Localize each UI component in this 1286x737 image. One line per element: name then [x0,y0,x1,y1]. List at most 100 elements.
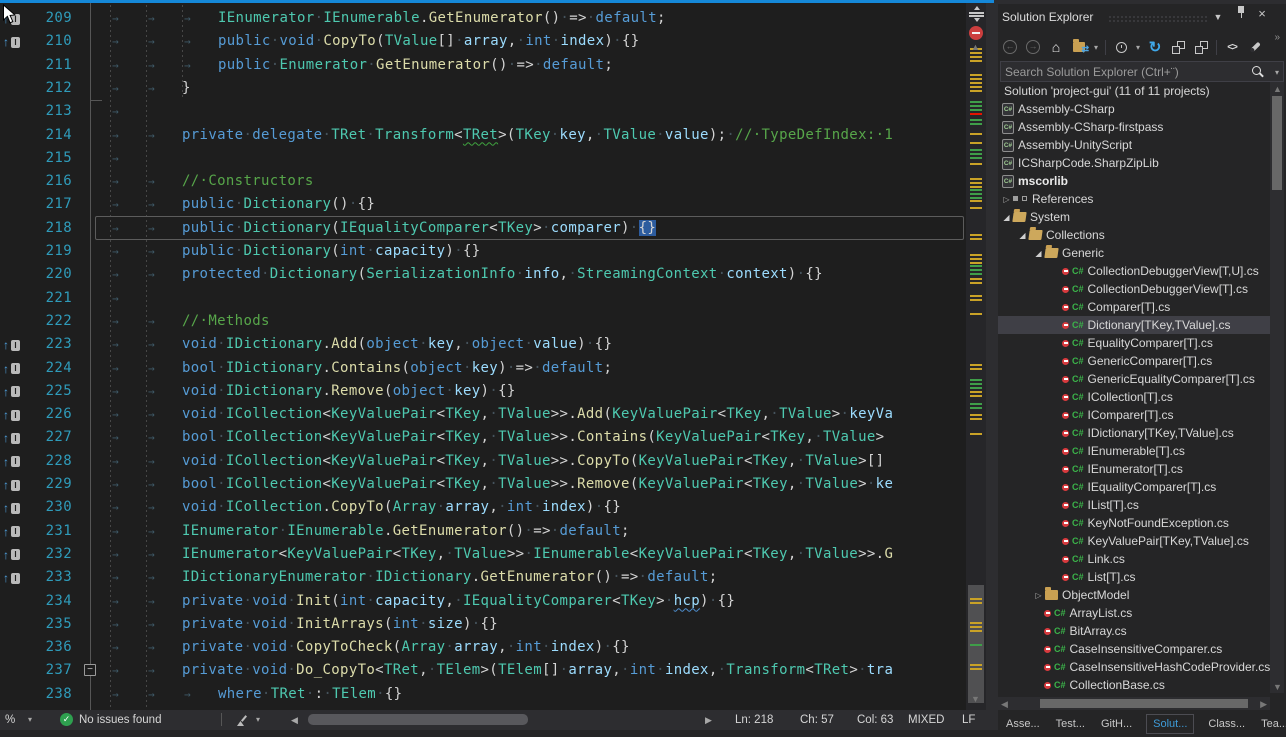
expander-collapsed-icon[interactable]: ▷ [1000,195,1013,204]
panel-tab-class[interactable]: Class... [1206,715,1247,733]
switch-views-dropdown-icon[interactable]: ▾ [1094,43,1098,52]
code-line-224[interactable]: bool·IDictionary.Contains(object·key)·=>… [182,357,612,380]
editor-splitter-icon[interactable] [969,6,984,21]
line-number[interactable]: 222 [20,310,72,333]
zoom-control[interactable]: % [5,710,15,730]
implements-interface-icon[interactable]: ↑I [3,477,20,493]
code-line-223[interactable]: void·IDictionary.Add(object·key,·object·… [182,333,612,356]
tree-row[interactable]: C#ICollection[T].cs [998,388,1270,406]
tree-row[interactable]: C#Link.cs [998,550,1270,568]
tree-row[interactable]: C#GenericEqualityComparer[T].cs [998,370,1270,388]
line-number[interactable]: 235 [20,613,72,636]
search-dropdown-icon[interactable]: ▾ [1275,68,1279,77]
code-editor[interactable]: − 209↑I→→→IEnumerator·IEnumerable.GetEnu… [0,0,986,710]
line-number[interactable]: 219 [20,240,72,263]
code-line-228[interactable]: void·ICollection<KeyValuePair<TKey,·TVal… [182,450,884,473]
tree-row[interactable]: C#CaseInsensitiveComparer.cs [998,640,1270,658]
tree-row[interactable]: C#Comparer[T].cs [998,298,1270,316]
back-button[interactable]: ← [1002,38,1018,56]
pin-icon[interactable] [1236,6,1246,19]
line-number[interactable]: 212 [20,77,72,100]
panel-tab-tea[interactable]: Tea... [1259,715,1286,733]
tree-row[interactable]: C#IEqualityComparer[T].cs [998,478,1270,496]
tree-row[interactable]: C#BitArray.cs [998,622,1270,640]
line-number[interactable]: 237 [20,659,72,682]
line-number[interactable]: 234 [20,590,72,613]
expander-collapsed-icon[interactable]: ▷ [1032,591,1045,600]
tree-row[interactable]: Solution 'project-gui' (11 of 11 project… [998,82,1270,100]
implements-interface-icon[interactable]: ↑I [3,337,20,353]
scroll-up-icon[interactable]: ▲ [971,42,980,52]
editor-vertical-scrollbar[interactable]: ▲ ▼ [966,3,986,710]
code-line-229[interactable]: bool·ICollection<KeyValuePair<TKey,·TVal… [182,473,893,496]
code-cleanup-icon[interactable] [237,715,249,727]
implements-interface-icon[interactable]: ↑I [3,547,20,563]
tree-row[interactable]: C#Assembly-UnityScript [998,136,1270,154]
code-line-236[interactable]: private·void·CopyToCheck(Array·array,·in… [182,636,630,659]
code-line-234[interactable]: private·void·Init(int·capacity,·IEqualit… [182,590,735,613]
implements-interface-icon[interactable]: ↑I [3,361,20,377]
line-number[interactable]: 230 [20,496,72,519]
tree-vertical-scrollbar[interactable]: ▲ ▼ [1270,82,1284,693]
switch-views-icon[interactable]: ⇄ [1071,38,1087,56]
line-number[interactable]: 214 [20,124,72,147]
preview-selected-icon[interactable] [1193,38,1209,56]
hscroll-thumb[interactable] [308,714,528,725]
scroll-down-icon[interactable]: ▼ [1273,682,1282,692]
line-number[interactable]: 231 [20,520,72,543]
tree-row[interactable]: C#CollectionDebuggerView[T,U].cs [998,262,1270,280]
tree-row[interactable]: C#KeyNotFoundException.cs [998,514,1270,532]
code-line-210[interactable]: public·void·CopyTo(TValue[]·array,·int·i… [218,30,640,53]
code-line-218[interactable]: public·Dictionary(IEqualityComparer<TKey… [182,217,656,240]
code-line-226[interactable]: void·ICollection<KeyValuePair<TKey,·TVal… [182,403,893,426]
home-icon[interactable]: ⌂ [1048,38,1064,56]
code-surface[interactable]: − 209↑I→→→IEnumerator·IEnumerable.GetEnu… [0,0,966,710]
scroll-right-icon[interactable]: ▶ [1260,699,1267,710]
code-line-209[interactable]: IEnumerator·IEnumerable.GetEnumerator()·… [218,7,666,30]
implements-interface-icon[interactable]: ↑I [3,430,20,446]
panel-menu-dropdown-icon[interactable]: ▼ [1210,9,1226,25]
implements-interface-icon[interactable]: ↑I [3,454,20,470]
code-line-217[interactable]: public·Dictionary()·{} [182,193,375,216]
tree-row[interactable]: ◢Generic [998,244,1270,262]
tree-row[interactable]: C#CaseInsensitiveHashCodeProvider.cs [998,658,1270,676]
code-line-225[interactable]: void·IDictionary.Remove(object·key)·{} [182,380,516,403]
line-number[interactable]: 238 [20,683,72,706]
tree-row[interactable]: C#mscorlib [998,172,1270,190]
line-number[interactable]: 229 [20,473,72,496]
issues-status[interactable]: No issues found [79,710,161,730]
line-number[interactable]: 228 [20,450,72,473]
filter-dropdown-icon[interactable]: ▾ [1136,43,1140,52]
close-icon[interactable]: × [1254,6,1270,22]
line-number[interactable]: 211 [20,54,72,77]
code-line-222[interactable]: //·Methods [182,310,270,333]
scroll-left-icon[interactable]: ◀ [1001,699,1008,710]
code-line-219[interactable]: public·Dictionary(int·capacity)·{} [182,240,481,263]
code-line-232[interactable]: IEnumerator<KeyValuePair<TKey,·TValue>>·… [182,543,893,566]
tree-row[interactable]: C#List[T].cs [998,568,1270,586]
tree-row[interactable]: C#IDictionary[TKey,TValue].cs [998,424,1270,442]
line-number[interactable]: 220 [20,263,72,286]
hscroll-left-icon[interactable]: ◀ [291,710,298,730]
line-number[interactable]: 215 [20,147,72,170]
toolbar-overflow-icon[interactable]: » [1274,32,1280,43]
tree-row[interactable]: C#ICSharpCode.SharpZipLib [998,154,1270,172]
coll apse-all-icon[interactable] [1170,38,1186,56]
tree-row[interactable]: C#KeyValuePair[TKey,TValue].cs [998,532,1270,550]
line-number[interactable]: 232 [20,543,72,566]
code-line-238[interactable]: where·TRet·:·TElem·{} [218,683,402,706]
line-number[interactable]: 224 [20,357,72,380]
panel-tab-test[interactable]: Test... [1054,715,1087,733]
implements-interface-icon[interactable]: ↑I [3,524,20,540]
view-code-icon[interactable]: <> [1224,38,1240,56]
line-number[interactable]: 236 [20,636,72,659]
implements-interface-icon[interactable]: ↑I [3,500,20,516]
code-line-230[interactable]: void·ICollection.CopyTo(Array·array,·int… [182,496,621,519]
expander-expanded-icon[interactable]: ◢ [1032,249,1045,258]
line-number[interactable]: 209 [20,7,72,30]
search-input[interactable] [1005,62,1245,81]
scroll-down-icon[interactable]: ▼ [971,694,980,704]
zoom-dropdown-icon[interactable]: ▾ [28,710,32,730]
panel-tab-gith[interactable]: GitH... [1099,715,1134,733]
line-number[interactable]: 225 [20,380,72,403]
